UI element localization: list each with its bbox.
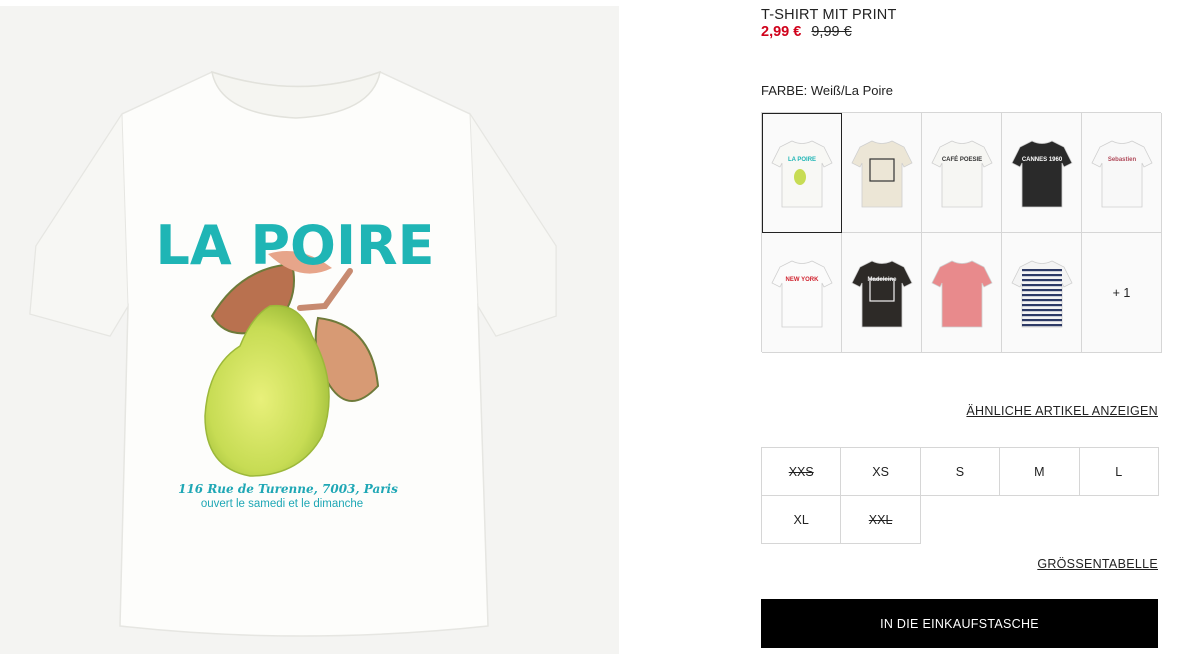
swatch-shirt-thumbnail: CANNES 1960	[1010, 140, 1073, 207]
size-option-l[interactable]: L	[1078, 447, 1159, 496]
swatch-shirt-thumbnail: NEW YORK	[770, 260, 833, 327]
size-chart-link[interactable]: GRÖSSENTABELLE	[1037, 557, 1158, 571]
swatch-shirt-thumbnail	[930, 260, 993, 327]
size-option-s[interactable]: S	[919, 447, 1001, 496]
size-option-m[interactable]: M	[999, 447, 1080, 496]
swatch-print-text: LA POIRE	[787, 157, 815, 163]
print-headline: LA POIRE	[155, 214, 434, 277]
original-price: 9,99 €	[811, 24, 852, 40]
more-colors-button[interactable]: + 1	[1082, 233, 1162, 353]
color-swatch-new-york[interactable]: NEW YORK	[762, 233, 842, 353]
swatch-shirt-thumbnail: Madeleine	[850, 260, 913, 327]
color-swatch-cafe-poesie[interactable]: CAFÉ POESIE	[922, 113, 1002, 233]
print-hours: ouvert le samedi et le dimanche	[201, 498, 363, 510]
color-swatch-beige-palms[interactable]	[842, 113, 922, 233]
color-swatch-grid: LA POIRE CAFÉ POESIE CANNES 1960 Sebastien N…	[761, 112, 1162, 353]
swatch-print-text: Madeleine	[867, 277, 897, 283]
swatch-print-text: CAFÉ POESIE	[941, 155, 981, 163]
color-label: FARBE: Weiß/La Poire	[761, 83, 893, 98]
swatch-shirt-thumbnail: LA POIRE	[770, 140, 833, 207]
add-to-bag-button[interactable]: IN DIE EINKAUFSTASCHE	[761, 599, 1158, 648]
product-title: T-SHIRT MIT PRINT	[761, 7, 897, 23]
similar-items-link[interactable]: ÄHNLICHE ARTIKEL ANZEIGEN	[966, 404, 1158, 418]
color-swatch-la-poire[interactable]: LA POIRE	[762, 113, 842, 233]
price-block: 2,99 € 9,99 €	[761, 24, 852, 40]
swatch-shirt-thumbnail: Sebastien	[1090, 140, 1153, 207]
color-swatch-pink[interactable]	[922, 233, 1002, 353]
color-swatch-white-script[interactable]: Sebastien	[1082, 113, 1162, 233]
swatch-print-text: CANNES 1960	[1021, 157, 1062, 163]
swatch-print-text: NEW YORK	[785, 277, 819, 283]
size-option-xxl[interactable]: XXL	[840, 495, 921, 544]
color-swatch-black-cannes[interactable]: CANNES 1960	[1002, 113, 1082, 233]
swatch-shirt-thumbnail: CAFÉ POESIE	[930, 140, 993, 207]
print-address: 116 Rue de Turenne, 7003, Paris	[178, 482, 398, 496]
product-image[interactable]: LA POIRE 116 Rue de Turenne, 7003, Paris…	[0, 6, 619, 654]
size-selector: XXS XS S M L XL XXL	[761, 447, 1159, 544]
swatch-print-text: Sebastien	[1107, 157, 1136, 163]
size-option-xs[interactable]: XS	[840, 447, 921, 496]
swatch-shirt-thumbnail	[850, 140, 913, 207]
swatch-shirt-thumbnail	[1010, 260, 1073, 327]
size-option-xxs[interactable]: XXS	[761, 447, 842, 496]
color-swatch-black-madeleine[interactable]: Madeleine	[842, 233, 922, 353]
color-swatch-striped[interactable]	[1002, 233, 1082, 353]
sale-price: 2,99 €	[761, 24, 802, 40]
size-option-xl[interactable]: XL	[761, 495, 842, 544]
